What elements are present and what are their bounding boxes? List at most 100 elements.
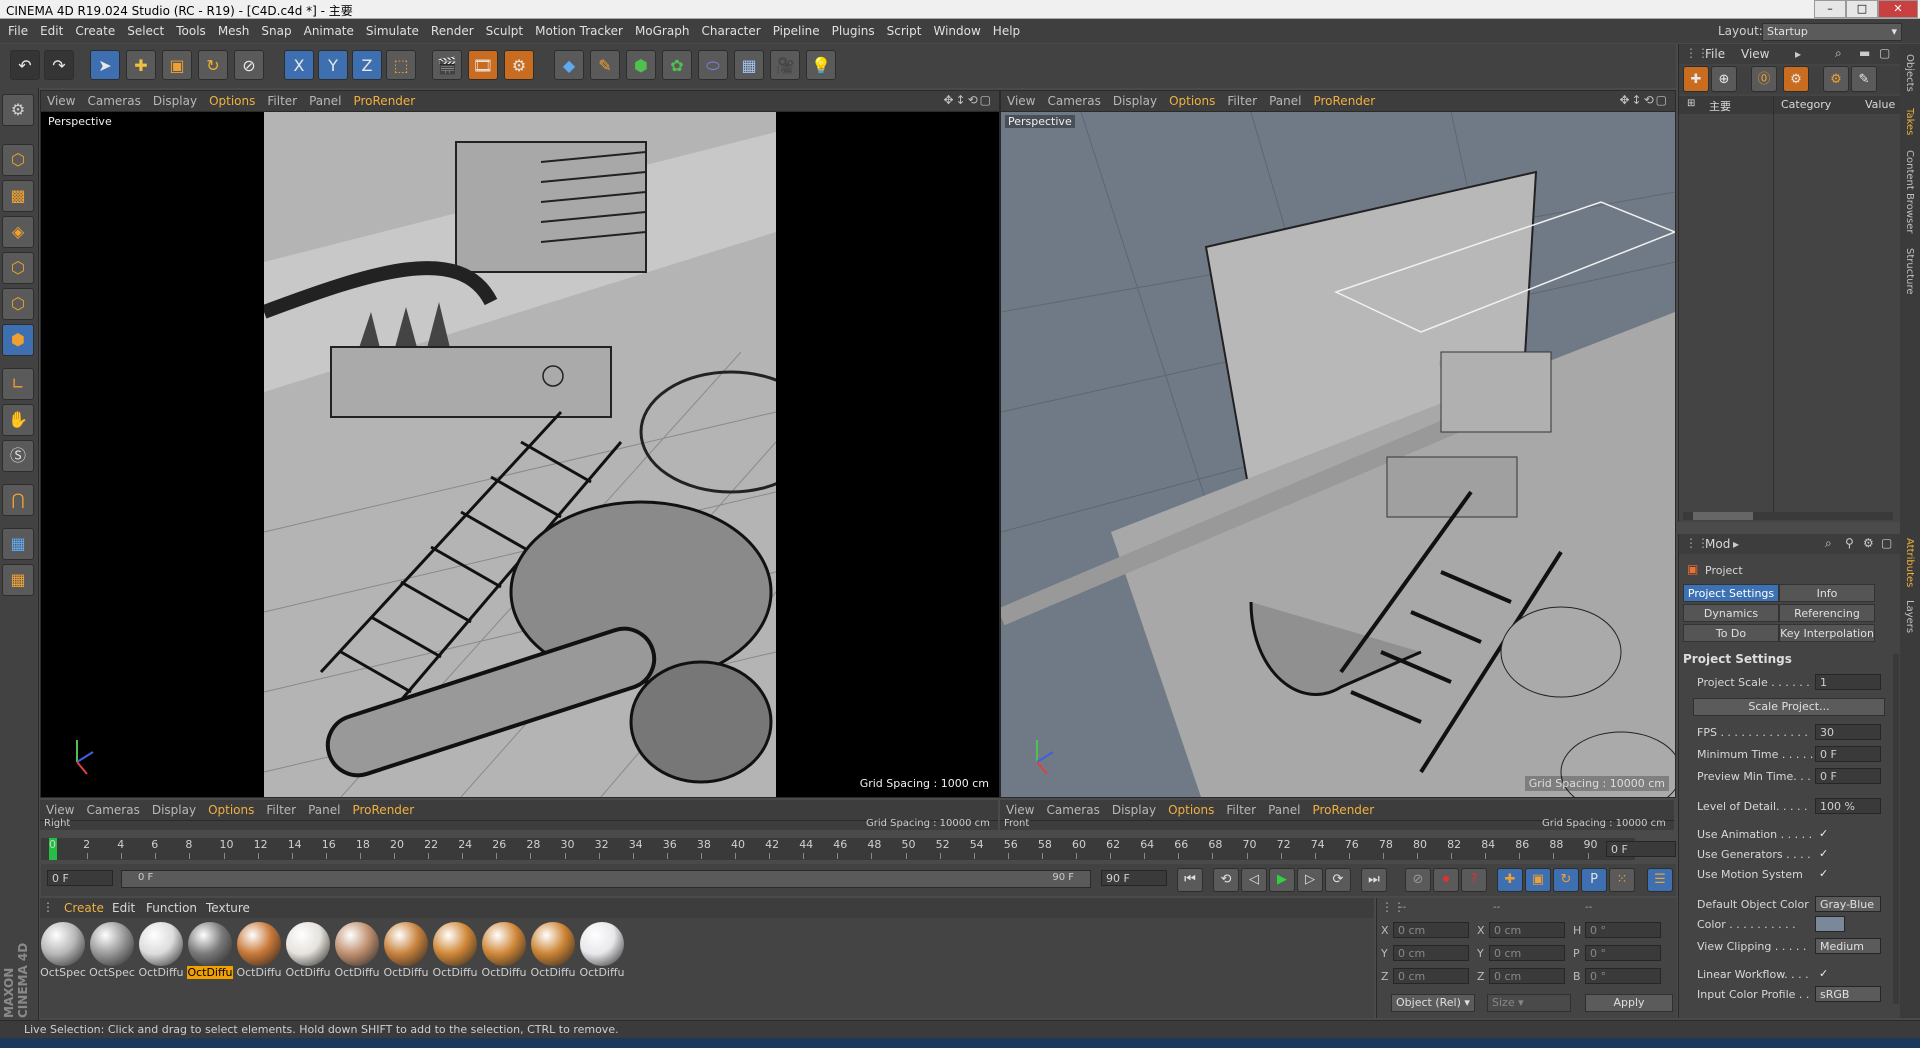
category-column-header[interactable]: Category — [1781, 98, 1831, 111]
go-to-start-icon[interactable]: ⏮ — [1177, 868, 1203, 892]
side-tab-content-browser[interactable]: Content Browser — [1904, 150, 1915, 233]
viewport-nav-icons[interactable]: ✥↕⟲▢ — [1619, 93, 1669, 107]
cloner-icon[interactable]: ✿ — [662, 50, 692, 80]
wrench-icon[interactable]: ✎ — [1851, 66, 1877, 92]
close-button[interactable]: ✕ — [1878, 0, 1918, 18]
vp-menu-prorender[interactable]: ProRender — [347, 91, 421, 111]
menu-pipeline[interactable]: Pipeline — [767, 19, 826, 43]
redo-button[interactable]: ↷ — [44, 50, 74, 80]
maximize-panel-icon[interactable]: ▢ — [1879, 46, 1890, 60]
menu-script[interactable]: Script — [881, 19, 928, 43]
search-icon[interactable]: ⌕ — [1825, 536, 1832, 551]
material-swatch[interactable]: OctSpec — [89, 922, 135, 984]
coord-value-field[interactable]: 0 ° — [1585, 945, 1661, 961]
tab-info[interactable]: Info — [1779, 584, 1875, 602]
apply-button[interactable]: Apply — [1585, 994, 1673, 1012]
spline-pen-icon[interactable]: ✎ — [590, 50, 620, 80]
root-take[interactable]: 主要 — [1709, 98, 1731, 114]
coord-value-field[interactable]: 0 cm — [1393, 968, 1469, 984]
key-scale-icon[interactable]: ▣ — [1525, 868, 1551, 892]
material-swatch[interactable]: OctDiffu — [187, 922, 233, 984]
end-frame-field[interactable]: 90 F — [1101, 870, 1167, 886]
vp-menu-cameras[interactable]: Cameras — [81, 91, 146, 111]
material-swatch[interactable]: OctDiffu — [383, 922, 429, 984]
viewport-canvas[interactable]: Perspective Grid Spacing : 1000 cm — [41, 112, 999, 798]
side-tab-attributes[interactable]: Attributes — [1904, 538, 1915, 587]
take-icon[interactable]: ✚ — [1683, 66, 1709, 92]
workplane-icon[interactable]: ◈ — [2, 216, 34, 248]
side-tab-objects[interactable]: Objects — [1904, 54, 1915, 92]
key-pla-icon[interactable]: ⁙ — [1609, 868, 1635, 892]
menu-create[interactable]: Create — [69, 19, 121, 43]
vp-menu-view[interactable]: View — [41, 91, 81, 111]
menu-motion-tracker[interactable]: Motion Tracker — [529, 19, 629, 43]
previous-key-icon[interactable]: ⟲ — [1213, 868, 1239, 892]
snap-icon[interactable]: ⋂ — [2, 484, 34, 516]
take-expand-icon[interactable]: ⊞ — [1687, 98, 1695, 109]
render-view-icon[interactable]: 🎬 — [432, 50, 462, 80]
tab-key-interpolation[interactable]: Key Interpolation — [1779, 624, 1875, 642]
subdivision-icon[interactable]: ⬢ — [626, 50, 656, 80]
deformer-icon[interactable]: ⬭ — [698, 50, 728, 80]
viewport-perspective-left[interactable]: View Cameras Display Options Filter Panel ProR… — [40, 90, 1000, 798]
auto-take-icon[interactable]: ⓪ — [1751, 66, 1777, 92]
live-selection-icon[interactable]: ➤ — [90, 50, 120, 80]
model-mode-icon[interactable]: ⬡ — [2, 144, 34, 176]
x-axis-lock-icon[interactable]: X — [284, 50, 314, 80]
attr-mode-menu[interactable]: Mod — [1705, 537, 1730, 551]
menu-animate[interactable]: Animate — [298, 19, 360, 43]
override-icon[interactable]: ⊕ — [1711, 66, 1737, 92]
coordinate-system-icon[interactable]: ⬚ — [386, 50, 416, 80]
vp-menu-panel[interactable]: Panel — [303, 91, 347, 111]
material-swatch[interactable]: OctDiffu — [236, 922, 282, 984]
key-position-icon[interactable]: ✚ — [1497, 868, 1523, 892]
keyframe-selection-icon[interactable]: ? — [1461, 868, 1487, 892]
lock-icon[interactable]: ⚲ — [1845, 536, 1854, 550]
new-window-icon[interactable]: ▢ — [1881, 536, 1892, 550]
key-rotation-icon[interactable]: ↻ — [1553, 868, 1579, 892]
mat-menu-create[interactable]: Create — [64, 901, 104, 915]
cube-icon[interactable]: ◆ — [554, 50, 584, 80]
tweak-mode-icon[interactable]: ✋ — [2, 404, 34, 436]
vp-menu-options[interactable]: Options — [203, 91, 261, 111]
vp-menu-prorender[interactable]: ProRender — [1307, 91, 1381, 111]
menu-select[interactable]: Select — [121, 19, 170, 43]
rotate-icon[interactable]: ↻ — [198, 50, 228, 80]
points-mode-icon[interactable]: ⬡ — [2, 252, 34, 284]
viewport-nav-icons[interactable]: ✥↕⟲▢ — [943, 93, 993, 107]
vp-menu-filter[interactable]: Filter — [261, 91, 303, 111]
vp-menu-options[interactable]: Options — [202, 800, 260, 820]
mat-menu-texture[interactable]: Texture — [206, 901, 250, 915]
key-parameter-icon[interactable]: P — [1581, 868, 1607, 892]
vp-menu-panel[interactable]: Panel — [1263, 91, 1307, 111]
coord-value-field[interactable]: 0 ° — [1585, 922, 1661, 938]
obj-menu-view[interactable]: View — [1741, 47, 1769, 61]
next-key-icon[interactable]: ⟳ — [1325, 868, 1351, 892]
tab-to-do[interactable]: To Do — [1683, 624, 1779, 642]
tab-project-settings[interactable]: Project Settings — [1683, 584, 1779, 602]
attr-value[interactable]: ✓ — [1815, 866, 1831, 882]
side-tab-takes[interactable]: Takes — [1904, 108, 1915, 135]
attr-value[interactable]: 1 — [1815, 674, 1881, 690]
new-window-icon[interactable]: ▬ — [1859, 46, 1870, 60]
vp-menu-prorender[interactable]: ProRender — [1306, 800, 1380, 820]
go-to-end-icon[interactable]: ⏭ — [1361, 868, 1387, 892]
viewport-right-collapsed[interactable]: View Cameras Display Options Filter Panel ProR… — [40, 800, 998, 830]
menu-snap[interactable]: Snap — [255, 19, 297, 43]
menu-plugins[interactable]: Plugins — [826, 19, 881, 43]
make-editable-icon[interactable]: ⚙ — [2, 94, 34, 126]
move-icon[interactable]: ✚ — [126, 50, 156, 80]
play-icon[interactable]: ▶ — [1269, 868, 1295, 892]
arrow-right-icon[interactable]: ▸ — [1733, 537, 1739, 551]
record-active-icon[interactable]: ⊘ — [1405, 868, 1431, 892]
material-swatch[interactable]: OctDiffu — [138, 922, 184, 984]
settings-icon[interactable]: ⚙ — [1863, 536, 1874, 550]
menu-sculpt[interactable]: Sculpt — [480, 19, 529, 43]
floor-icon[interactable]: ▦ — [734, 50, 764, 80]
range-slider[interactable]: 0 F 90 F — [121, 870, 1091, 888]
vp-menu-display[interactable]: Display — [147, 91, 203, 111]
scrollbar-thumb[interactable] — [1693, 512, 1753, 520]
material-swatch[interactable]: OctDiffu — [334, 922, 380, 984]
attr-value[interactable]: 30 — [1815, 724, 1881, 740]
obj-menu-file[interactable]: File — [1705, 47, 1725, 61]
